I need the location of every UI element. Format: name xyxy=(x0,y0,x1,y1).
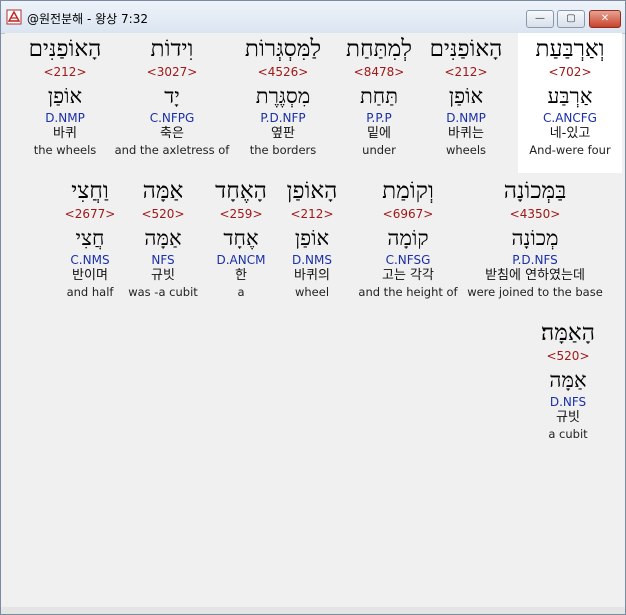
english-gloss: under xyxy=(362,143,396,157)
maximize-button[interactable]: ▢ xyxy=(557,10,585,28)
word-cell[interactable]: אַמָּה <520> אַמָּה NFS 규빗 was -a cubit xyxy=(123,175,203,299)
korean-gloss: 반이며 xyxy=(72,268,108,283)
strong-number[interactable]: <212> xyxy=(13,65,117,79)
parsing-code: NFS xyxy=(151,253,175,267)
parsing-code: C.NMS xyxy=(70,253,110,267)
hebrew-lemma: אוֹפַן xyxy=(47,84,83,108)
korean-gloss: 바퀴의 xyxy=(294,268,330,283)
window-bottom-border xyxy=(1,607,625,614)
strong-number[interactable]: <3027> xyxy=(110,65,234,79)
english-gloss: a cubit xyxy=(548,427,588,441)
strong-number[interactable]: <520> xyxy=(525,349,611,363)
close-button[interactable]: ✕ xyxy=(589,10,621,28)
parsing-code: P.P.P xyxy=(366,111,392,125)
parsing-code: D.ANCM xyxy=(216,253,266,267)
hebrew-word: וַחֲצִי xyxy=(71,178,109,204)
korean-gloss: 받침에 연하였는데 xyxy=(485,268,585,283)
english-gloss: the borders xyxy=(249,143,317,157)
korean-gloss: 옆판 xyxy=(271,126,295,141)
word-cell[interactable]: הָאַמָּה׃ <520> אַמָּה D.NFS 규빗 a cubit xyxy=(525,317,611,441)
word-cell[interactable]: לַמִּסְגְּרוֹת <4526> מִסְגֶּרֶת P.D.NFP… xyxy=(231,33,335,157)
word-cell[interactable]: וַחֲצִי <2677> חֲצִי C.NMS 반이며 and half xyxy=(55,175,125,299)
english-gloss: And-were four xyxy=(529,143,611,157)
word-cell[interactable]: בַּמְּכוֹנָה <4350> מְכוֹנָה P.D.NFS 받침에… xyxy=(465,175,605,299)
parsing-code: C.ANCFG xyxy=(543,111,597,125)
english-gloss: and half xyxy=(66,285,114,299)
parsing-code: D.NMP xyxy=(45,111,85,125)
hebrew-word: וְאַרְבַּעַת xyxy=(535,36,605,62)
strong-number[interactable]: <6967> xyxy=(353,207,463,221)
hebrew-word: וִידוֹת xyxy=(150,36,194,62)
english-gloss: and the height of xyxy=(358,285,458,299)
strong-number[interactable]: <8478> xyxy=(327,65,431,79)
english-gloss: wheel xyxy=(294,285,330,299)
hebrew-lemma: אַמָּה xyxy=(144,226,182,250)
hebrew-word: הָאֶחָד xyxy=(215,178,267,204)
hebrew-word: וְקוֹמַת xyxy=(382,178,434,204)
hebrew-word: הָאוֹפַן xyxy=(286,178,338,204)
korean-gloss: 고는 각각 xyxy=(382,268,434,283)
korean-gloss: 네-있고 xyxy=(549,126,591,141)
korean-gloss: 규빗 xyxy=(556,410,580,425)
hebrew-lemma: קוֹמָה xyxy=(387,226,429,250)
english-gloss: a xyxy=(237,285,245,299)
hebrew-lemma: תַּחַת xyxy=(359,84,399,108)
word-cell[interactable]: וִידוֹת <3027> יָד C.NFPG 축은 and the axl… xyxy=(110,33,234,157)
minimize-button[interactable]: — xyxy=(526,10,554,28)
parsing-code: D.NMS xyxy=(291,253,332,267)
strong-number[interactable]: <4350> xyxy=(465,207,605,221)
english-gloss: the wheels xyxy=(33,143,97,157)
hebrew-lemma: חֲצִי xyxy=(75,226,105,250)
hebrew-lemma: מִסְגֶּרֶת xyxy=(255,84,311,108)
title-bar[interactable]: @원전분해 - 왕상 7:32 — ▢ ✕ xyxy=(1,1,625,34)
strong-number[interactable]: <702> xyxy=(518,65,622,79)
korean-gloss: 규빗 xyxy=(151,268,175,283)
strong-number[interactable]: <2677> xyxy=(55,207,125,221)
korean-gloss: 바퀴 xyxy=(53,126,77,141)
hebrew-lemma: אֶחָד xyxy=(223,226,259,250)
parsing-code: C.NFSG xyxy=(385,253,431,267)
strong-number[interactable]: <212> xyxy=(270,207,354,221)
english-gloss: were joined to the base xyxy=(467,285,603,299)
hebrew-word: אַמָּה xyxy=(142,178,184,204)
hebrew-word: לְמִתַּחַת xyxy=(345,36,413,62)
korean-gloss: 밑에 xyxy=(367,126,391,141)
strong-number[interactable]: <4526> xyxy=(231,65,335,79)
word-cell[interactable]: וְקוֹמַת <6967> קוֹמָה C.NFSG 고는 각각 and … xyxy=(353,175,463,299)
hebrew-word: הָאוֹפַנִּים xyxy=(28,36,102,62)
hebrew-lemma: אַרְבַּע xyxy=(547,84,593,108)
hebrew-word: הָאַמָּה׃ xyxy=(541,320,595,346)
word-cell[interactable]: הָאוֹפַנִּים <212> אוֹפַן D.NMP 바퀴 the w… xyxy=(13,33,117,157)
hebrew-lemma: מְכוֹנָה xyxy=(511,226,559,250)
word-cell[interactable]: הָאוֹפַן <212> אוֹפַן D.NMS 바퀴의 wheel xyxy=(270,175,354,299)
korean-gloss: 한 xyxy=(235,268,247,283)
app-icon xyxy=(6,9,22,25)
word-cell[interactable]: לְמִתַּחַת <8478> תַּחַת P.P.P 밑에 under xyxy=(327,33,431,157)
strong-number[interactable]: <520> xyxy=(123,207,203,221)
window-title: @원전분해 - 왕상 7:32 xyxy=(27,12,148,26)
strong-number[interactable]: <259> xyxy=(201,207,281,221)
hebrew-lemma: אַמָּה xyxy=(549,368,587,392)
parsing-code: D.NFS xyxy=(549,395,587,409)
word-cell[interactable]: וְאַרְבַּעַת <702> אַרְבַּע C.ANCFG 네-있고… xyxy=(518,33,622,173)
word-cell[interactable]: הָאֶחָד <259> אֶחָד D.ANCM 한 a xyxy=(201,175,281,299)
hebrew-word: לַמִּסְגְּרוֹת xyxy=(244,36,322,62)
hebrew-lemma: יָד xyxy=(164,84,180,108)
korean-gloss: 축은 xyxy=(160,126,184,141)
english-gloss: was -a cubit xyxy=(128,285,198,299)
hebrew-word: בַּמְּכוֹנָה xyxy=(503,178,567,204)
parsing-code: C.NFPG xyxy=(149,111,195,125)
parsing-code: P.D.NFS xyxy=(512,253,558,267)
english-gloss: and the axletress of xyxy=(114,143,230,157)
hebrew-lemma: אוֹפַן xyxy=(294,226,330,250)
parsing-code: P.D.NFP xyxy=(260,111,306,125)
app-window: @원전분해 - 왕상 7:32 — ▢ ✕ וְאַרְבַּעַת <702>… xyxy=(0,0,626,615)
interlinear-panel: וְאַרְבַּעַת <702> אַרְבַּע C.ANCFG 네-있고… xyxy=(5,33,622,609)
